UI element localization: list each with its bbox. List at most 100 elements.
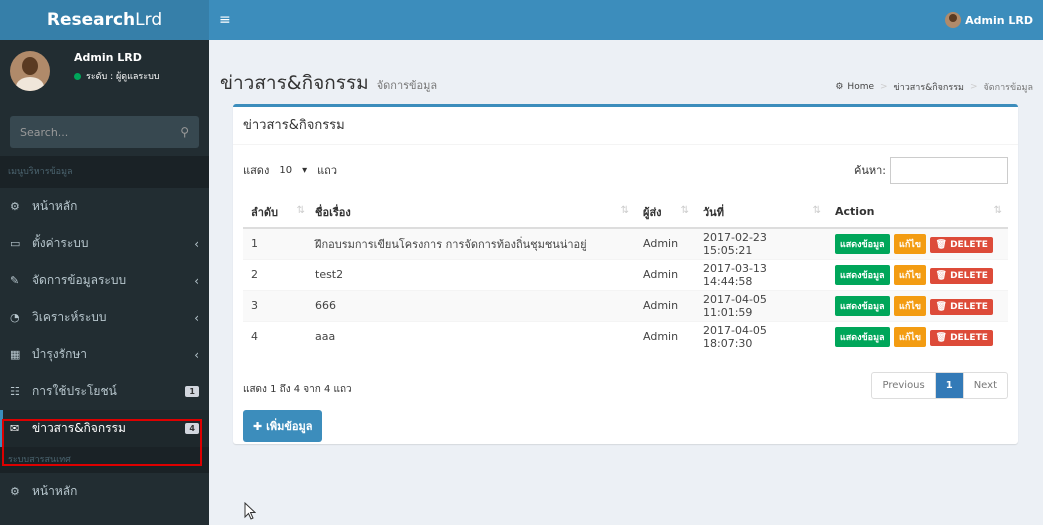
cell-date: 2017-04-05 11:01:59 xyxy=(695,289,827,321)
cell-date: 2017-04-05 18:07:30 xyxy=(695,320,827,352)
pie-chart-icon: ◔ xyxy=(10,311,20,324)
dashboard-icon: ⚙ xyxy=(835,82,844,92)
table-search-input[interactable] xyxy=(890,156,1008,184)
sidebar-item-info-home[interactable]: ⚙ หน้าหลัก xyxy=(0,473,209,510)
user-status: ระดับ : ผู้ดูแลระบบ xyxy=(74,69,160,83)
cell-no: 1 xyxy=(243,227,307,259)
user-panel: Admin LRD ระดับ : ผู้ดูแลระบบ xyxy=(0,40,209,108)
table-info: แสดง 1 ถึง 4 จาก 4 แถว xyxy=(243,384,352,395)
column-header-label: ชื่อเรื่อง xyxy=(315,205,351,219)
trash-icon: 🗑 xyxy=(935,301,947,312)
chevron-left-icon: ‹ xyxy=(194,236,199,251)
sidebar: Research Lrd Admin LRD ระดับ : ผู้ดูแลระบ… xyxy=(0,0,209,525)
sidebar-item-label: วิเคราะห์ระบบ xyxy=(32,310,107,324)
sidebar-search-input[interactable] xyxy=(20,125,150,139)
pagination-page[interactable]: 1 xyxy=(935,373,964,398)
user-menu[interactable]: Admin LRD xyxy=(945,12,1033,28)
content-header: ข่าวสาร&กิจกรรม จัดการข้อมูล ⚙ Home > ข่… xyxy=(220,68,1033,98)
trash-icon: 🗑 xyxy=(935,239,947,250)
user-avatar xyxy=(10,51,50,91)
sidebar-item-home[interactable]: ⚙ หน้าหลัก xyxy=(0,188,209,225)
column-header-action[interactable]: Action ⇅ xyxy=(827,196,1008,229)
count-badge: 4 xyxy=(185,423,199,434)
breadcrumb-separator: > xyxy=(969,82,978,92)
news-box: ข่าวสาร&กิจกรรม แสดง 10 ▾ แถว ค้นหา: ลำด… xyxy=(233,104,1018,444)
dashboard-icon: ⚙ xyxy=(10,485,20,498)
menu-toggle-icon[interactable]: ≡ xyxy=(219,12,231,28)
rows-label: แถว xyxy=(317,164,338,177)
page-length-value: 10 xyxy=(279,164,293,176)
view-button[interactable]: แสดงข้อมูล xyxy=(835,264,890,285)
calendar-icon: ☷ xyxy=(10,385,20,398)
delete-label: DELETE xyxy=(950,270,988,281)
laptop-icon: ▭ xyxy=(10,237,21,250)
column-header-label: วันที่ xyxy=(703,205,724,219)
top-navbar: ≡ Admin LRD xyxy=(209,0,1043,40)
sidebar-item-news[interactable]: ✉ ข่าวสาร&กิจกรรม 4 xyxy=(0,410,209,447)
app-logo[interactable]: Research Lrd xyxy=(0,0,209,40)
delete-label: DELETE xyxy=(950,301,988,312)
sidebar-item-maintenance[interactable]: ▦ บำรุงรักษา ‹ xyxy=(0,336,209,373)
trash-icon: 🗑 xyxy=(935,332,947,343)
sidebar-item-utilization[interactable]: ☷ การใช้ประโยชน์ 1 xyxy=(0,373,209,410)
view-button[interactable]: แสดงข้อมูล xyxy=(835,233,890,254)
trash-icon: 🗑 xyxy=(935,270,947,281)
dashboard-icon: ⚙ xyxy=(10,200,20,213)
sidebar-item-settings[interactable]: ▭ ตั้งค่าระบบ ‹ xyxy=(0,225,209,262)
view-button[interactable]: แสดงข้อมูล xyxy=(835,295,890,316)
news-table: ลำดับ ⇅ ชื่อเรื่อง ⇅ ผู้ส่ง ⇅ วันที่ ⇅ Actio… xyxy=(243,196,1008,352)
column-header-label: Action xyxy=(835,205,875,218)
delete-label: DELETE xyxy=(950,332,988,343)
sort-icon: ⇅ xyxy=(993,205,1002,216)
delete-button[interactable]: 🗑 DELETE xyxy=(930,236,993,253)
user-name: Admin LRD xyxy=(74,51,142,64)
sidebar-item-label: จัดการข้อมูลระบบ xyxy=(32,273,127,287)
edit-button[interactable]: แก้ไข xyxy=(894,295,926,316)
pagination-previous[interactable]: Previous xyxy=(872,373,936,398)
add-news-button[interactable]: ✚ เพิ่มข้อมูล xyxy=(243,410,323,442)
column-header-title[interactable]: ชื่อเรื่อง ⇅ xyxy=(307,196,635,229)
column-header-sender[interactable]: ผู้ส่ง ⇅ xyxy=(635,196,695,229)
search-icon[interactable]: ⚲ xyxy=(180,125,189,139)
cell-sender: Admin xyxy=(635,320,695,352)
cell-actions: แสดงข้อมูล แก้ไข 🗑 DELETE xyxy=(827,289,1008,321)
sidebar-search: ⚲ xyxy=(10,116,199,148)
column-header-label: ผู้ส่ง xyxy=(643,205,662,219)
online-dot-icon xyxy=(74,72,81,80)
sidebar-item-analysis[interactable]: ◔ วิเคราะห์ระบบ ‹ xyxy=(0,299,209,336)
cell-sender: Admin xyxy=(635,289,695,321)
sidebar-item-label: หน้าหลัก xyxy=(32,199,78,213)
user-avatar-small xyxy=(945,12,962,28)
edit-button[interactable]: แก้ไข xyxy=(894,326,926,347)
cell-no: 3 xyxy=(243,289,307,321)
column-header-date[interactable]: วันที่ ⇅ xyxy=(695,196,827,229)
delete-button[interactable]: 🗑 DELETE xyxy=(930,298,993,315)
cell-sender: Admin xyxy=(635,258,695,290)
page-subtitle: จัดการข้อมูล xyxy=(376,79,438,92)
sidebar-item-label: ตั้งค่าระบบ xyxy=(32,236,89,250)
cell-no: 2 xyxy=(243,258,307,290)
sidebar-item-label: การใช้ประโยชน์ xyxy=(32,384,117,398)
table-row: 4 aaa Admin 2017-04-05 18:07:30 แสดงข้อม… xyxy=(243,320,1008,352)
breadcrumb-section[interactable]: ข่าวสาร&กิจกรรม xyxy=(894,80,964,94)
dropdown-caret-icon: ▾ xyxy=(302,164,308,176)
edit-button[interactable]: แก้ไข xyxy=(894,233,926,254)
sort-icon: ⇅ xyxy=(680,205,689,216)
sidebar-item-label: ข่าวสาร&กิจกรรม xyxy=(32,421,126,435)
delete-label: DELETE xyxy=(950,239,988,250)
cell-actions: แสดงข้อมูล แก้ไข 🗑 DELETE xyxy=(827,227,1008,259)
breadcrumb-home[interactable]: Home xyxy=(847,82,874,92)
edit-button[interactable]: แก้ไข xyxy=(894,264,926,285)
delete-button[interactable]: 🗑 DELETE xyxy=(930,329,993,346)
page-length-select[interactable]: 10 ▾ xyxy=(273,160,313,180)
sidebar-item-label: หน้าหลัก xyxy=(32,484,78,498)
table-row: 3 666 Admin 2017-04-05 11:01:59 แสดงข้อม… xyxy=(243,289,1008,321)
delete-button[interactable]: 🗑 DELETE xyxy=(930,267,993,284)
sidebar-item-data-management[interactable]: ✎ จัดการข้อมูลระบบ ‹ xyxy=(0,262,209,299)
cell-actions: แสดงข้อมูล แก้ไข 🗑 DELETE xyxy=(827,320,1008,352)
view-button[interactable]: แสดงข้อมูล xyxy=(835,326,890,347)
pagination-next[interactable]: Next xyxy=(964,373,1007,398)
pagination: Previous 1 Next xyxy=(871,372,1008,399)
column-header-label: ลำดับ xyxy=(251,205,279,219)
column-header-no[interactable]: ลำดับ ⇅ xyxy=(243,196,307,229)
